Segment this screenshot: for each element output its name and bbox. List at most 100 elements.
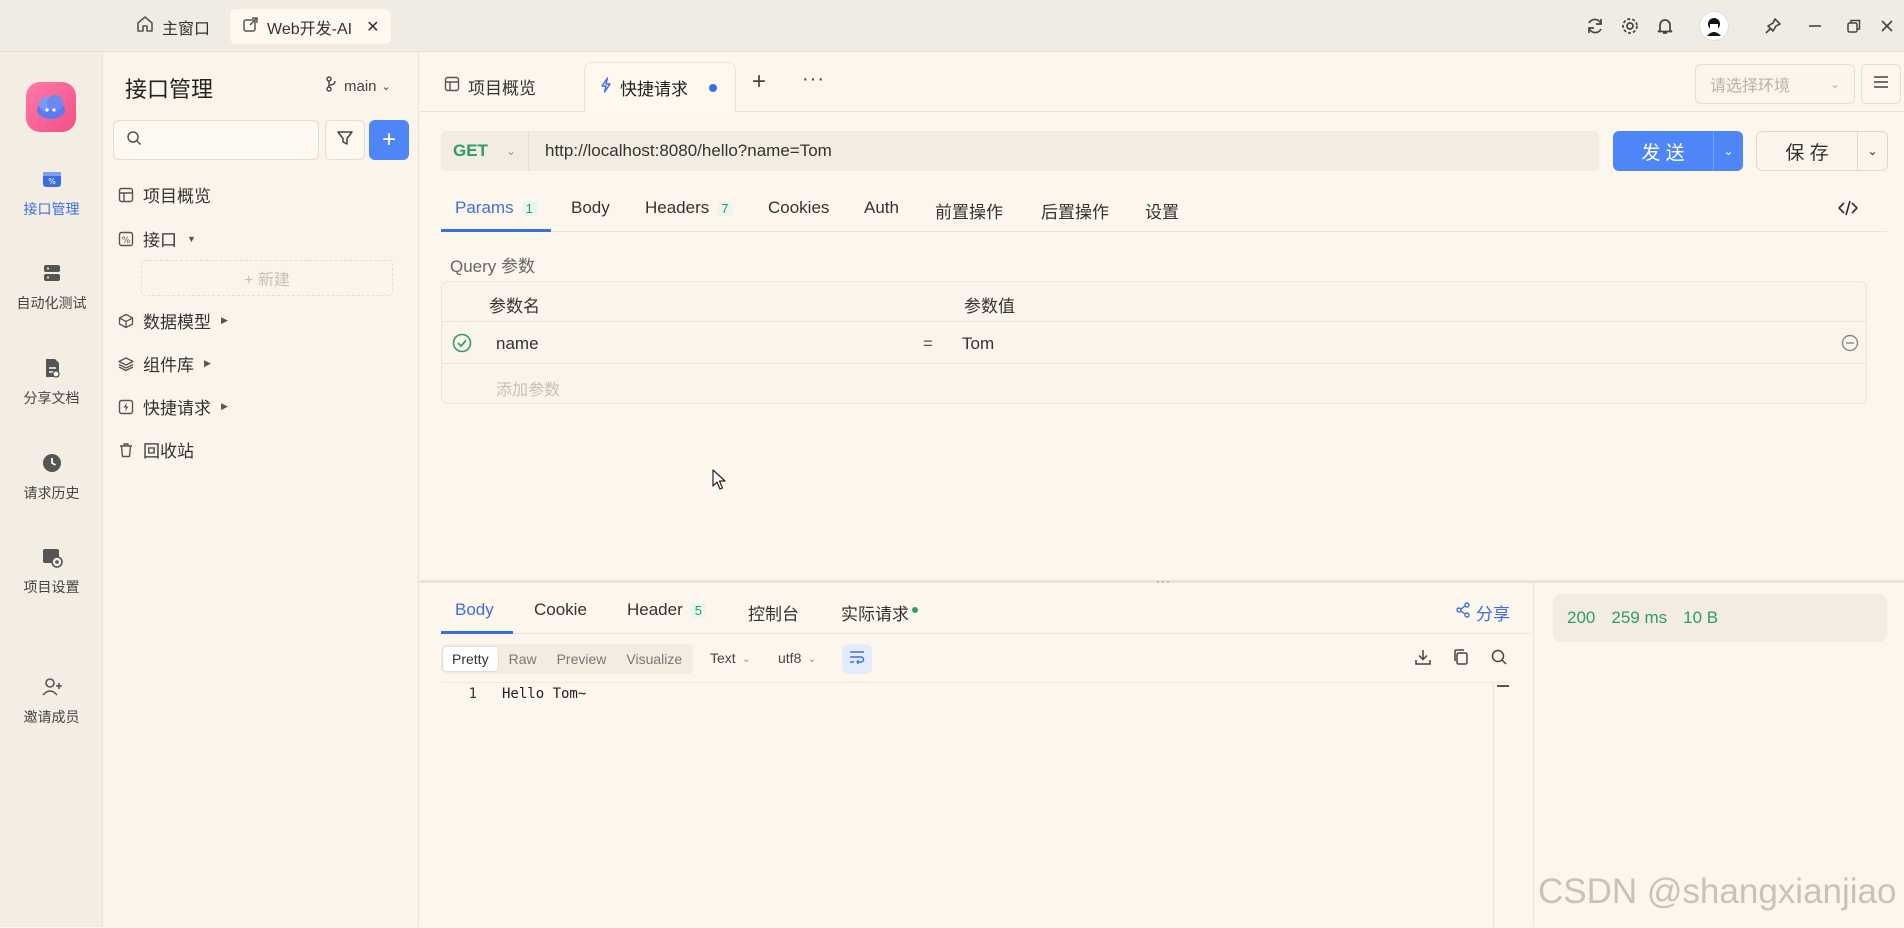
filter-button[interactable] [325,120,365,160]
rail-item-history[interactable]: 请求历史 [0,450,103,503]
left-rail: % 接口管理 自动化测试 分享文档 请求历史 项目设置 邀请成员 [0,52,103,927]
encoding-select[interactable]: utf8 ⌄ [778,650,817,666]
format-preview[interactable]: Preview [548,647,616,671]
tree-item-label: 项目概览 [143,187,211,206]
response-editor[interactable]: 1 Hello Tom~ [441,682,1511,928]
tab-response-header[interactable]: Header 5 [627,600,706,620]
close-icon[interactable]: ✕ [366,17,379,37]
param-value-field[interactable]: Tom [962,334,994,354]
close-window-icon[interactable] [1873,12,1901,40]
window-tab-web[interactable]: Web开发-AI ✕ [230,9,392,44]
overview-icon [117,186,135,204]
add-param-input[interactable]: 添加参数 [496,376,560,400]
tab-settings[interactable]: 设置 [1145,198,1179,223]
rail-label: 分享文档 [23,390,80,406]
avatar[interactable] [1699,11,1729,41]
search-icon[interactable] [1490,648,1508,671]
branch-selector[interactable]: main ⌄ [325,76,391,96]
rail-item-automation[interactable]: 自动化测试 [0,260,103,313]
tree-item-overview[interactable]: 项目概览 [117,182,211,207]
tab-post-ops[interactable]: 后置操作 [1041,198,1109,223]
param-name-field[interactable]: name [496,334,539,354]
tab-headers[interactable]: Headers 7 [645,198,733,218]
window-tab-label: 主窗口 [162,20,211,38]
save-button[interactable]: 保 存 [1757,132,1857,170]
send-button[interactable]: 发 送 [1613,131,1713,171]
rail-item-project-settings[interactable]: 项目设置 [0,544,103,597]
add-button[interactable]: + [369,120,409,160]
menu-button[interactable] [1861,64,1901,104]
query-section-label: Query 参数 [450,257,536,276]
pin-icon[interactable] [1759,12,1787,40]
refresh-icon[interactable] [1581,12,1609,40]
tab-actual-request[interactable]: 实际请求 [841,600,918,625]
share-button[interactable]: 分享 [1455,600,1510,625]
rail-item-invite[interactable]: 邀请成员 [0,674,103,727]
rail-item-api[interactable]: % 接口管理 [0,166,103,219]
new-button[interactable]: + 新建 [141,260,393,296]
format-raw[interactable]: Raw [500,647,546,671]
column-header-name: 参数名 [489,297,540,316]
rail-item-share-docs[interactable]: 分享文档 [0,355,103,408]
drag-handle-icon[interactable]: ··· [1156,574,1171,588]
server-icon [39,260,65,286]
type-select[interactable]: Text ⌄ [710,650,751,666]
format-pretty[interactable]: Pretty [443,647,498,671]
tab-label: 前置操作 [935,203,1003,222]
svg-text:%: % [122,236,131,246]
gear-icon[interactable] [1616,12,1644,40]
tab-project-overview[interactable]: 项目概览 [444,74,536,99]
remove-row-icon[interactable] [1841,334,1859,357]
word-wrap-button[interactable] [842,644,872,674]
tab-response-cookie[interactable]: Cookie [534,600,587,620]
copy-icon[interactable] [1452,648,1470,671]
tab-pre-ops[interactable]: 前置操作 [935,198,1003,223]
tab-label: Cookie [534,600,587,619]
add-tab-button[interactable]: + [752,68,766,96]
plus-icon: + [752,68,767,95]
plus-icon: + [381,126,396,153]
tree-item-data-models[interactable]: 数据模型 ▶ [117,308,228,333]
tab-body[interactable]: Body [571,198,610,218]
send-dropdown-button[interactable]: ⌄ [1713,131,1743,171]
unsaved-dot [709,83,717,92]
window-tab-main[interactable]: 主窗口 [124,9,222,44]
tab-params[interactable]: Params 1 [455,198,537,218]
share-icon [1455,602,1471,623]
tree-item-apis[interactable]: % 接口 ▼ [117,226,196,251]
download-icon[interactable] [1414,648,1432,671]
add-user-icon [39,674,65,700]
tree-item-components[interactable]: 组件库 ▶ [117,351,211,376]
response-time: 259 ms [1611,608,1668,627]
active-tab-indicator [441,229,551,232]
tab-cookies[interactable]: Cookies [768,198,829,218]
rail-label: 请求历史 [23,485,80,501]
method-select[interactable]: GET ⌄ [441,131,529,171]
code-icon[interactable] [1837,198,1859,223]
editor-scrollbar[interactable] [1493,683,1511,928]
tab-response-body[interactable]: Body [455,600,494,620]
search-input[interactable] [113,120,319,160]
request-tab-bar: Params 1 Body Headers 7 Cookies Auth 前置操… [441,186,1887,232]
tab-console[interactable]: 控制台 [748,600,799,625]
format-visualize[interactable]: Visualize [617,647,691,671]
tab-quick-request[interactable]: 快捷请求 [584,62,736,112]
restore-icon[interactable] [1840,12,1868,40]
main-tab-bar: 项目概览 快捷请求 + ··· 请选择环境 ⌄ [420,52,1904,112]
table-row: name = Tom [442,322,1866,364]
more-tabs-button[interactable]: ··· [802,68,825,91]
lightning-icon [117,398,135,416]
search-icon [126,130,142,151]
check-circle-icon[interactable] [452,333,472,358]
tree-item-quick-requests[interactable]: 快捷请求 ▶ [117,394,228,419]
url-input[interactable]: http://localhost:8080/hello?name=Tom [545,141,832,161]
tree-item-trash[interactable]: 回收站 [117,437,194,462]
tab-auth[interactable]: Auth [864,198,899,218]
scrollbar-thumb[interactable] [1496,685,1509,687]
count-badge: 7 [717,200,733,216]
bell-icon[interactable] [1651,12,1679,40]
response-status-bar: 200 259 ms 10 B [1553,594,1887,642]
environment-select[interactable]: 请选择环境 ⌄ [1695,64,1855,104]
minimize-icon[interactable] [1801,12,1829,40]
save-dropdown-button[interactable]: ⌄ [1857,132,1887,170]
